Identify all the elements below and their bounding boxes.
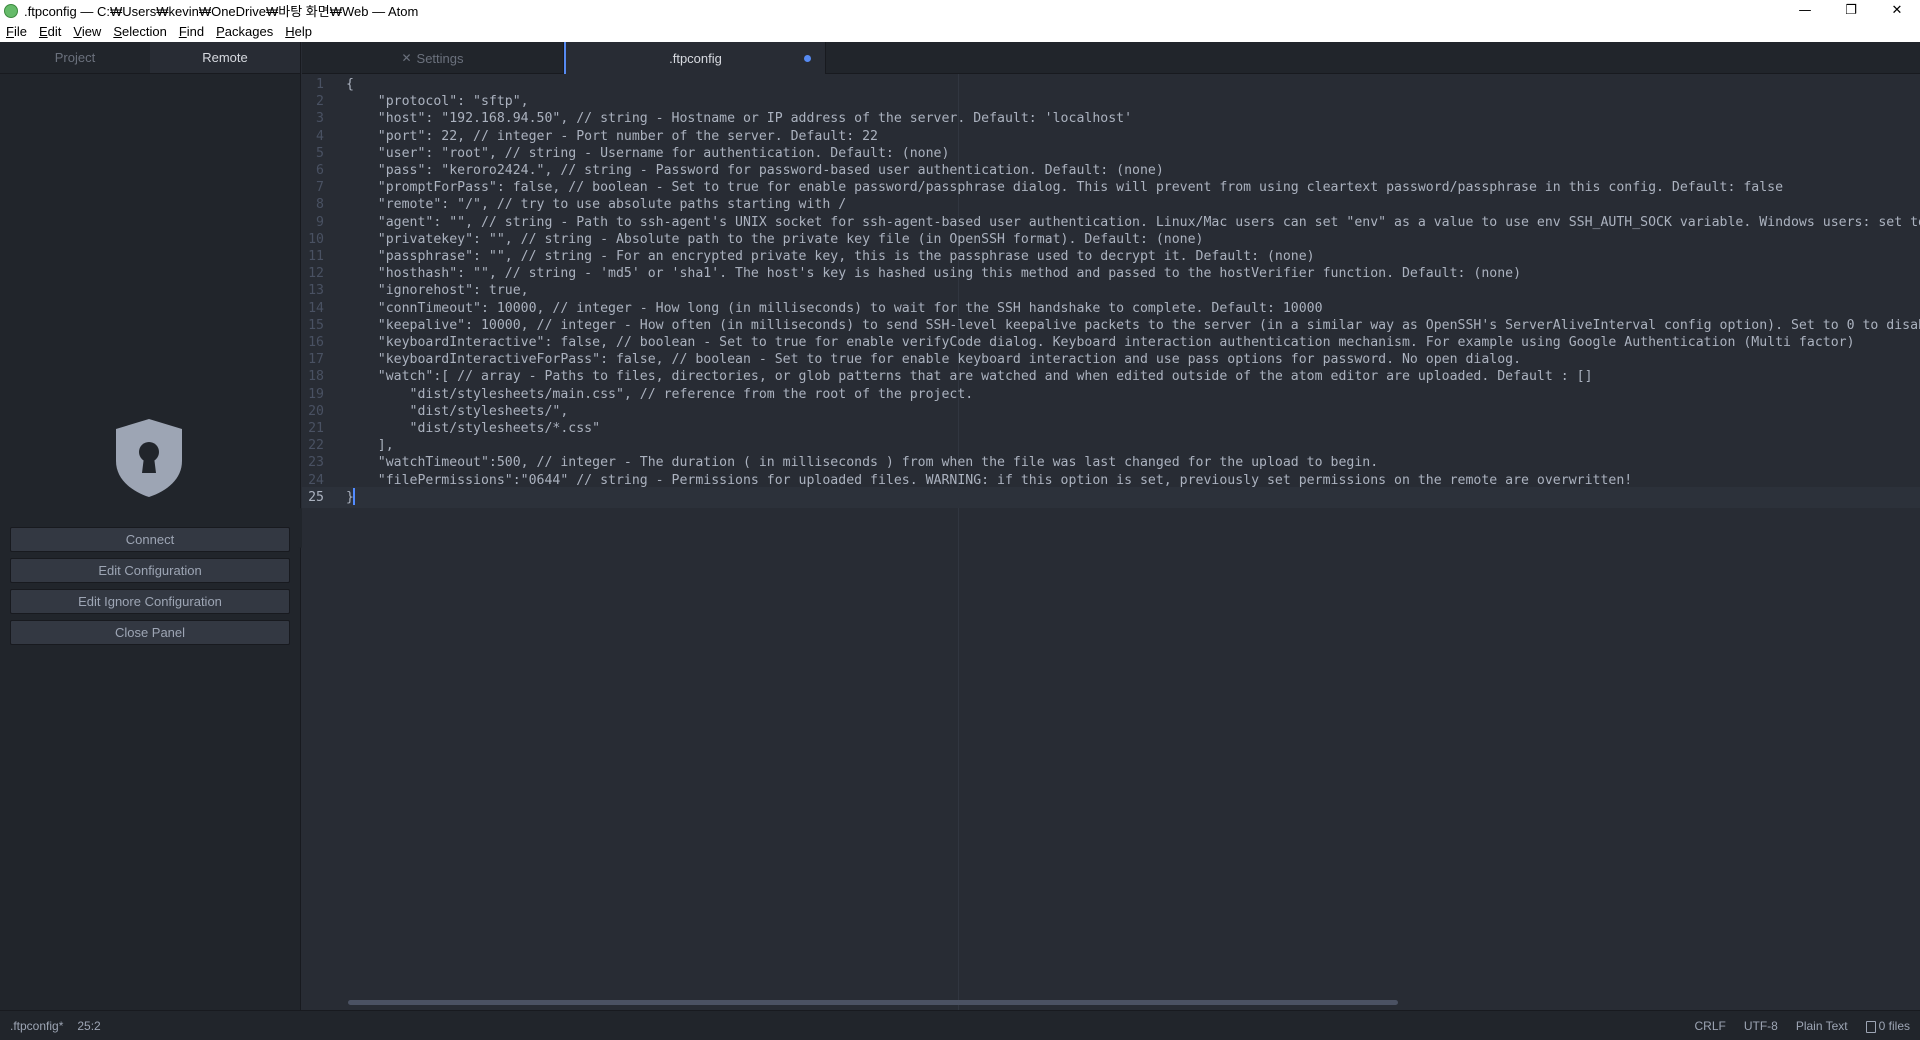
files-icon [1865, 1020, 1876, 1033]
line-text: "user": "root", // string - Username for… [346, 145, 950, 161]
tab-settings[interactable]: ✕ Settings [302, 42, 564, 74]
connect-button[interactable]: Connect [10, 527, 290, 552]
status-grammar[interactable]: Plain Text [1796, 1019, 1848, 1033]
close-panel-button[interactable]: Close Panel [10, 620, 290, 645]
window-controls: — ❐ ✕ [1782, 0, 1920, 21]
code-line[interactable]: 25} [302, 486, 1920, 508]
line-text: { [346, 77, 354, 92]
atom-window: .ftpconfig — C:₩Users₩kevin₩OneDrive₩바탕 … [0, 0, 1920, 1040]
modified-indicator-icon[interactable] [804, 55, 811, 62]
line-text: "ignorehost": true, [346, 283, 529, 299]
minimize-button[interactable]: — [1782, 0, 1828, 21]
line-text: "hosthash": "", // string - 'md5' or 'sh… [346, 266, 1522, 282]
close-button[interactable]: ✕ [1874, 0, 1920, 21]
remote-panel: Project Remote Connect Edit Configuratio… [0, 42, 301, 1010]
line-text: "filePermissions":"0644" // string - Per… [346, 472, 1633, 488]
editor-tab-bar: ✕ Settings .ftpconfig [302, 42, 1920, 74]
line-text: "keyboardInteractive": false, // boolean… [346, 335, 1855, 350]
status-files[interactable]: 0 files [1865, 1019, 1910, 1033]
status-cursor-position[interactable]: 25:2 [77, 1019, 100, 1033]
title-bar: .ftpconfig — C:₩Users₩kevin₩OneDrive₩바탕 … [0, 0, 1920, 21]
tab-ftpconfig-label: .ftpconfig [669, 50, 722, 66]
menu-edit[interactable]: Edit [33, 24, 67, 39]
tab-project[interactable]: Project [0, 42, 150, 73]
status-filename[interactable]: .ftpconfig* [10, 1019, 63, 1033]
menu-bar: File Edit View Selection Find Packages H… [0, 21, 1920, 42]
tab-ftpconfig[interactable]: .ftpconfig [564, 42, 826, 74]
remote-actions: Connect Edit Configuration Edit Ignore C… [10, 527, 290, 651]
line-text: "keyboardInteractiveForPass": false, // … [346, 352, 1522, 368]
window-title: .ftpconfig — C:₩Users₩kevin₩OneDrive₩바탕 … [24, 4, 419, 19]
line-text: "privatekey": "", // string - Absolute p… [346, 231, 1204, 247]
menu-file[interactable]: File [0, 24, 33, 39]
horizontal-scrollbar[interactable] [348, 1000, 1398, 1005]
tools-icon: ✕ [401, 51, 412, 65]
line-text: "agent": "", // string - Path to ssh-age… [346, 214, 1920, 230]
line-text: "pass": "keroro2424.", // string - Passw… [346, 163, 1164, 178]
line-text: "promptForPass": false, // boolean - Set… [346, 180, 1784, 196]
line-text: "protocol": "sftp", [346, 94, 529, 110]
line-text: "dist/stylesheets/main.css", // referenc… [346, 386, 974, 402]
text-cursor [352, 488, 355, 506]
tab-settings-label: Settings [416, 50, 464, 66]
edit-configuration-button[interactable]: Edit Configuration [10, 558, 290, 583]
menu-packages[interactable]: Packages [210, 24, 279, 39]
menu-help[interactable]: Help [279, 24, 318, 39]
line-number: 25 [308, 489, 324, 505]
shield-lock-icon [116, 419, 182, 497]
line-text: "connTimeout": 10000, // integer - How l… [346, 300, 1323, 316]
atom-logo-icon [4, 3, 18, 18]
edit-ignore-configuration-button[interactable]: Edit Ignore Configuration [10, 589, 290, 614]
tab-remote[interactable]: Remote [150, 42, 300, 73]
line-text: "watchTimeout":500, // integer - The dur… [346, 455, 1379, 471]
menu-view[interactable]: View [67, 24, 107, 39]
line-text: "port": 22, // integer - Port number of … [346, 128, 878, 144]
panel-tabs: Project Remote [0, 42, 300, 74]
status-encoding[interactable]: UTF-8 [1744, 1019, 1778, 1033]
line-text: "dist/stylesheets/*.css" [346, 421, 601, 436]
line-text: "dist/stylesheets/", [346, 403, 569, 419]
menu-find[interactable]: Find [173, 24, 210, 39]
maximize-button[interactable]: ❐ [1828, 0, 1874, 21]
line-text: "remote": "/", // try to use absolute pa… [346, 197, 847, 213]
menu-selection[interactable]: Selection [107, 24, 172, 39]
line-text: "keepalive": 10000, // integer - How oft… [346, 317, 1920, 333]
line-text: "watch":[ // array - Paths to files, dir… [346, 369, 1593, 385]
line-text: "passphrase": "", // string - For an enc… [346, 249, 1315, 264]
line-text: ], [346, 438, 394, 454]
line-text: "host": "192.168.94.50", // string - Hos… [346, 111, 1133, 127]
code-editor[interactable]: 1{2 "protocol": "sftp", 3 "host": "192.16… [302, 74, 1920, 1010]
status-line-ending[interactable]: CRLF [1694, 1019, 1725, 1033]
status-bar: .ftpconfig* 25:2 CRLF UTF-8 Plain Text 0… [0, 1010, 1920, 1040]
